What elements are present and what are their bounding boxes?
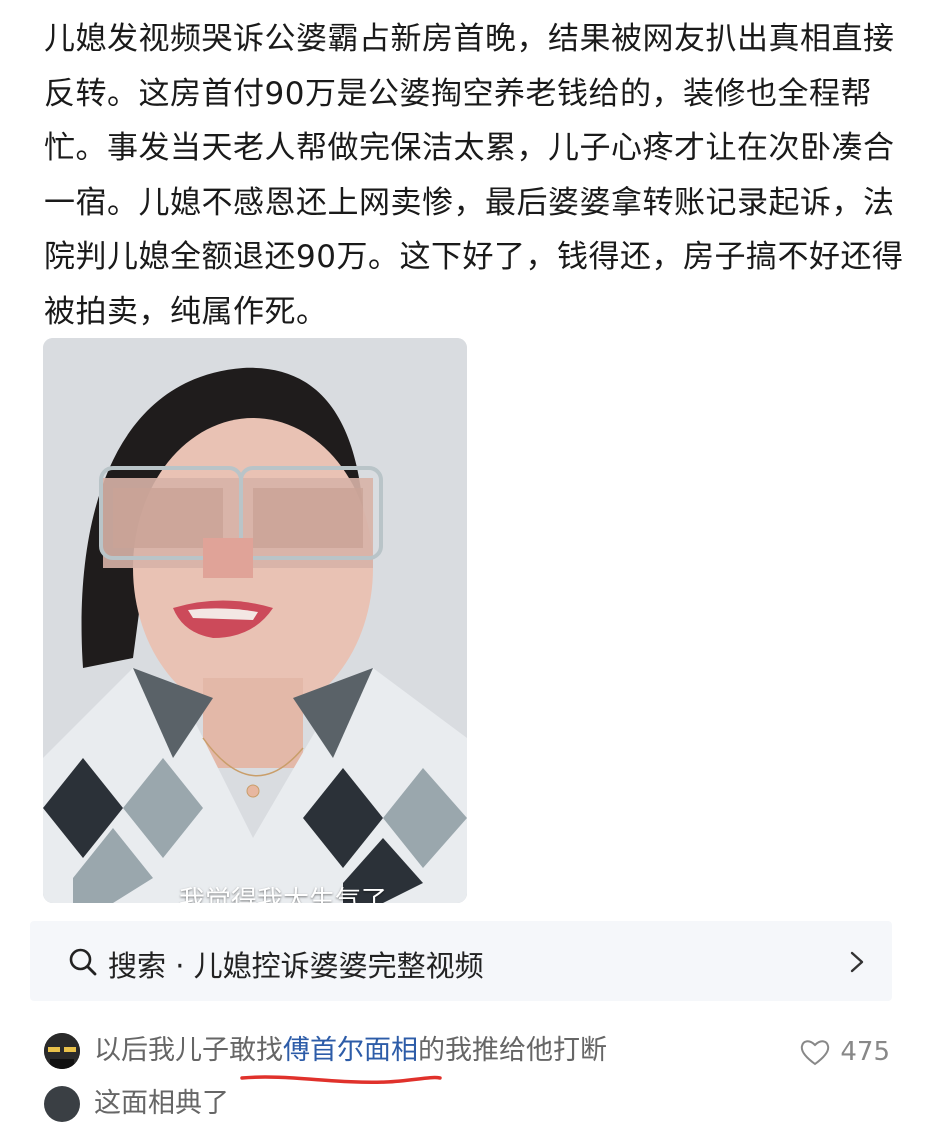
avatar[interactable] bbox=[44, 1033, 80, 1069]
video-thumbnail[interactable]: 我觉得我太生气了 bbox=[43, 338, 467, 903]
related-search-bar[interactable]: 搜索 · 儿媳控诉婆婆完整视频 bbox=[30, 921, 892, 1001]
video-subtitle: 我觉得我太生气了 bbox=[178, 886, 387, 903]
comment-text: 以后我儿子敢找傅首尔面相的我推给他打断 bbox=[94, 1033, 607, 1069]
comment-item[interactable]: 这面相典了 bbox=[44, 1086, 904, 1130]
heart-icon bbox=[801, 1040, 830, 1066]
comment-text-prefix: 这面相典了 bbox=[94, 1088, 229, 1119]
comment-text-prefix: 以后我儿子敢找 bbox=[94, 1035, 283, 1066]
video-frame-illustration bbox=[43, 338, 467, 903]
comment-item[interactable]: 以后我儿子敢找傅首尔面相的我推给他打断 bbox=[44, 1033, 904, 1077]
chevron-right-icon bbox=[850, 951, 864, 973]
avatar[interactable] bbox=[44, 1086, 80, 1122]
comment-text: 这面相典了 bbox=[94, 1086, 229, 1122]
like-count: 475 bbox=[840, 1037, 890, 1067]
like-button[interactable]: 475 bbox=[800, 1034, 890, 1070]
comment-text-suffix: 的我推给他打断 bbox=[418, 1035, 607, 1066]
search-icon bbox=[69, 948, 97, 976]
comment-link[interactable]: 傅首尔面相 bbox=[283, 1035, 418, 1066]
post-text: 儿媳发视频哭诉公婆霸占新房首晚，结果被网友扒出真相直接反转。这房首付90万是公婆… bbox=[44, 21, 904, 330]
avatar-image bbox=[44, 1033, 80, 1069]
search-label: 搜索 · 儿媳控诉婆婆完整视频 bbox=[108, 949, 484, 983]
